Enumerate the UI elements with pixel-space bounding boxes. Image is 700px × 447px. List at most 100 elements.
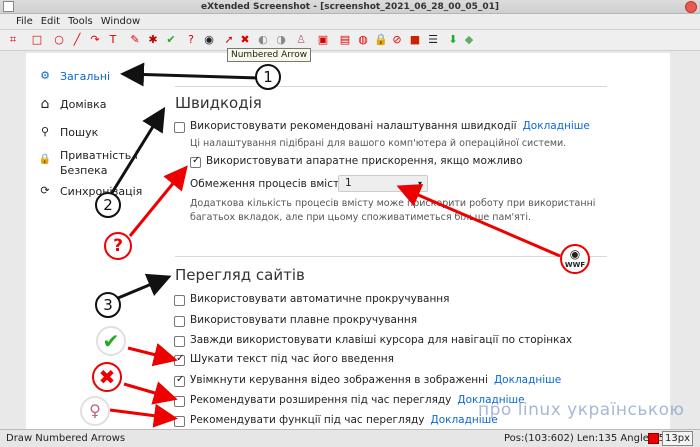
hardware-acceleration-checkbox[interactable] xyxy=(190,155,201,168)
layers-icon[interactable]: ◆ xyxy=(462,33,476,47)
browsing-option: Використовувати автоматичне прокручуванн… xyxy=(190,293,450,305)
rectangle-tool-icon[interactable]: □ xyxy=(30,33,44,47)
sidebar-item-label: Пошук xyxy=(60,126,99,139)
curve-tool-icon[interactable]: ↷ xyxy=(88,33,102,47)
canvas-left-margin xyxy=(0,53,26,429)
recommended-performance-option: Використовувати рекомендовані налаштуван… xyxy=(190,120,590,132)
stamp-icon[interactable]: ▣ xyxy=(316,33,330,47)
process-limit-label: Обмеження процесів вмісту xyxy=(190,178,346,190)
lock-icon: 🔒 xyxy=(38,154,52,165)
search-icon: ⚲ xyxy=(40,125,50,138)
sidebar-item-general[interactable]: ⚙ Загальні xyxy=(38,69,168,85)
window-title: eXtended Screenshot - [screenshot_2021_0… xyxy=(201,2,499,12)
browsing-option-checkbox[interactable] xyxy=(174,316,185,327)
check-sticker-icon[interactable]: ✔ xyxy=(164,33,178,47)
option-label: Використовувати рекомендовані налаштуван… xyxy=(190,120,517,132)
drawing-toolbar: ⌗ □ ○ ╱ ↷ T ✎ ✱ ✔? ◉ ➚ ✖ ◐ ◑ ♙ ▣ ▤ ◍ 🔒 ⊘ ■ ☰ ⬇ ◆ xyxy=(0,30,700,51)
panda-glyph: ◉ xyxy=(569,247,581,261)
cross-sticker-icon[interactable]: ✖ xyxy=(238,33,252,47)
browsing-option-checkbox[interactable] xyxy=(174,416,185,427)
performance-title: Швидкодія xyxy=(175,94,262,112)
browsing-option-checkbox[interactable] xyxy=(174,336,185,347)
learn-more-link[interactable]: Докладніше xyxy=(523,120,590,132)
cross-sticker-icon: ✖ xyxy=(92,362,122,392)
process-limit-description: Додаткова кількість процесів вмісту може… xyxy=(190,197,595,225)
description-line: Додаткова кількість процесів вмісту може… xyxy=(190,198,596,209)
browsing-option: Шукати текст під час його введення xyxy=(190,353,394,365)
browsing-option: Рекомендувати функції під час перегляду Д… xyxy=(190,414,498,426)
sidebar-item-label: Домівка xyxy=(60,98,107,111)
menu-edit[interactable]: Edit xyxy=(37,14,64,30)
sidebar-item-privacy[interactable]: 🔒 Приватність і Безпека xyxy=(38,148,168,180)
browsing-option-checkbox[interactable] xyxy=(174,295,185,306)
panda-text: WWF xyxy=(564,261,586,269)
option-label: Увімкнути керування відео зображення в з… xyxy=(190,374,488,386)
browsing-option: Використовувати плавне прокручування xyxy=(190,314,417,326)
crop-tool-icon[interactable]: ⌗ xyxy=(6,33,20,47)
text-tool-icon[interactable]: T xyxy=(106,33,120,47)
download-icon[interactable]: ⬇ xyxy=(446,33,460,47)
mouse-alt-icon[interactable]: ◑ xyxy=(274,33,288,47)
close-window-button[interactable] xyxy=(685,1,697,13)
panda-sticker-icon: ◉ WWF xyxy=(560,244,590,274)
bug-sticker-icon[interactable]: ✱ xyxy=(146,33,160,47)
sidebar-item-label: Загальні xyxy=(60,70,111,83)
chevron-down-icon: ▾ xyxy=(417,179,422,188)
pen-tool-icon[interactable]: ✎ xyxy=(128,33,142,47)
option-label: Рекомендувати розширення під час перегля… xyxy=(190,394,452,406)
font-size-selector[interactable]: 13px xyxy=(662,431,693,446)
learn-more-link[interactable]: Докладніше xyxy=(494,374,561,386)
app-icon xyxy=(3,1,14,12)
option-label: Шукати текст під час його введення xyxy=(190,353,394,365)
option-label: Завжди використовувати клавіші курсора д… xyxy=(190,334,573,346)
line-width-icon[interactable]: ☰ xyxy=(426,33,440,47)
description-line: багатьох вкладок, але при цьому споживат… xyxy=(190,212,532,223)
browsing-option-checkbox[interactable] xyxy=(174,374,185,387)
current-color-swatch[interactable] xyxy=(648,433,659,444)
line-tool-icon[interactable]: ╱ xyxy=(70,33,84,47)
browsing-option-checkbox[interactable] xyxy=(174,396,185,407)
browsing-option: Увімкнути керування відео зображення в з… xyxy=(190,374,561,386)
question-sticker-icon: ? xyxy=(104,232,132,260)
annotation-number-2: 2 xyxy=(95,192,121,218)
process-limit-select[interactable]: 1 ▾ xyxy=(338,175,428,192)
menu-bar: File Edit Tools Window xyxy=(0,14,700,30)
panda-sticker-icon[interactable]: ◉ xyxy=(202,33,216,47)
check-sticker-icon: ✔ xyxy=(96,326,126,356)
option-description: Ці налаштування підібрані для вашого ком… xyxy=(190,138,567,149)
browsing-option-checkbox[interactable] xyxy=(174,353,185,366)
sidebar-item-home[interactable]: ⌂ Домівка xyxy=(38,97,168,113)
select-value: 1 xyxy=(345,177,352,189)
figure-sticker-icon: ♀ xyxy=(80,396,110,426)
home-icon: ⌂ xyxy=(40,96,50,112)
mouse-icon[interactable]: ◐ xyxy=(256,33,270,47)
ellipse-tool-icon[interactable]: ○ xyxy=(52,33,66,47)
option-label: Рекомендувати функції під час перегляду xyxy=(190,414,425,426)
color-picker-icon[interactable]: ■ xyxy=(408,33,422,47)
sidebar-item-label: Приватність і Безпека xyxy=(60,149,138,177)
menu-file[interactable]: File xyxy=(0,14,37,30)
menu-tools[interactable]: Tools xyxy=(64,14,97,30)
option-label: Використовувати плавне прокручування xyxy=(190,314,418,326)
section-divider xyxy=(175,256,607,257)
blur-icon[interactable]: ◍ xyxy=(356,33,370,47)
sync-icon: ⟳ xyxy=(40,184,50,197)
gear-icon: ⚙ xyxy=(40,69,50,82)
recommended-performance-checkbox[interactable] xyxy=(174,122,185,133)
lock-icon[interactable]: 🔒 xyxy=(374,33,388,47)
image-icon[interactable]: ▤ xyxy=(338,33,352,47)
section-divider xyxy=(175,86,607,87)
figure-icon[interactable]: ♙ xyxy=(294,33,308,47)
question-sticker-icon[interactable]: ? xyxy=(184,33,198,47)
tooltip: Numbered Arrow xyxy=(227,48,312,62)
numbered-arrow-icon[interactable]: ➚ xyxy=(222,33,236,47)
browsing-title: Перегляд сайтів xyxy=(175,266,305,284)
menu-window[interactable]: Window xyxy=(97,14,144,30)
hardware-acceleration-label: Використовувати апаратне прискорення, як… xyxy=(206,155,523,167)
browsing-option: Завжди використовувати клавіші курсора д… xyxy=(190,334,572,346)
status-bar: Draw Numbered Arrows Pos:(103:602) Len:1… xyxy=(0,429,700,447)
status-message: Draw Numbered Arrows xyxy=(6,433,126,444)
sidebar-item-search[interactable]: ⚲ Пошук xyxy=(38,125,168,141)
browsing-option: Рекомендувати розширення під час перегля… xyxy=(190,394,525,406)
no-entry-icon[interactable]: ⊘ xyxy=(390,33,404,47)
